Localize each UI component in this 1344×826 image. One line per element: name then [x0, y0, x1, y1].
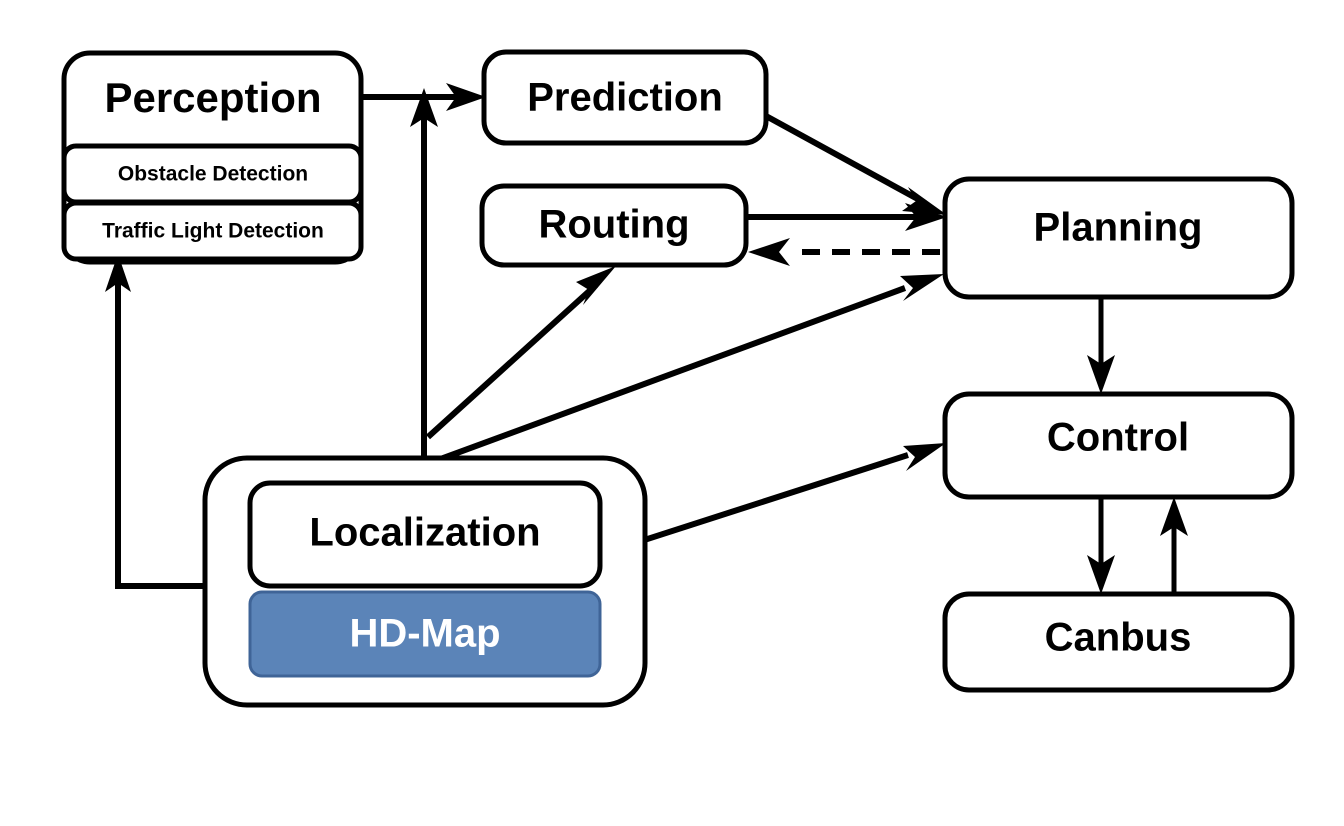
edge-localization-to-prediction-line: [410, 88, 438, 462]
localization-label: Localization: [309, 511, 540, 555]
node-routing[interactable]: Routing: [479, 183, 749, 268]
traffic-light-detection-label: Traffic Light Detection: [102, 220, 324, 243]
canbus-label: Canbus: [1045, 616, 1192, 660]
node-planning[interactable]: Planning: [942, 176, 1295, 300]
routing-label: Routing: [538, 203, 689, 247]
edge-prediction-to-planning: [764, 113, 947, 215]
edge-canbus-to-control: [1160, 497, 1188, 594]
edge-localization-to-perception: [105, 254, 205, 589]
hd-map-label: HD-Map: [349, 612, 500, 656]
edge-control-to-canbus: [1087, 497, 1115, 594]
perception-label: Perception: [104, 74, 321, 121]
node-localization-group[interactable]: Localization HD-Map: [202, 455, 648, 708]
planning-label: Planning: [1034, 206, 1203, 250]
node-canbus[interactable]: Canbus: [942, 591, 1295, 693]
edge-localization-to-control: [603, 443, 946, 556]
edge-routing-to-planning: [746, 203, 947, 231]
node-prediction[interactable]: Prediction: [481, 49, 769, 146]
diagram-canvas: Perception Obstacle Detection Traffic Li…: [61, 49, 1295, 708]
control-label: Control: [1047, 416, 1189, 460]
prediction-label: Prediction: [527, 76, 723, 120]
arrowhead-left-routing: [748, 238, 790, 266]
arrowhead-planning-bottomleft: [900, 274, 944, 301]
node-control[interactable]: Control: [942, 391, 1295, 500]
architecture-diagram: Perception Obstacle Detection Traffic Li…: [0, 0, 1344, 826]
edge-localization-to-routing: [425, 266, 616, 440]
node-perception-group[interactable]: Perception Obstacle Detection Traffic Li…: [61, 50, 364, 265]
edge-planning-to-control: [1087, 297, 1115, 394]
edge-planning-to-routing: [748, 238, 940, 266]
obstacle-detection-label: Obstacle Detection: [118, 163, 308, 186]
arrowhead-control-left: [903, 443, 946, 471]
